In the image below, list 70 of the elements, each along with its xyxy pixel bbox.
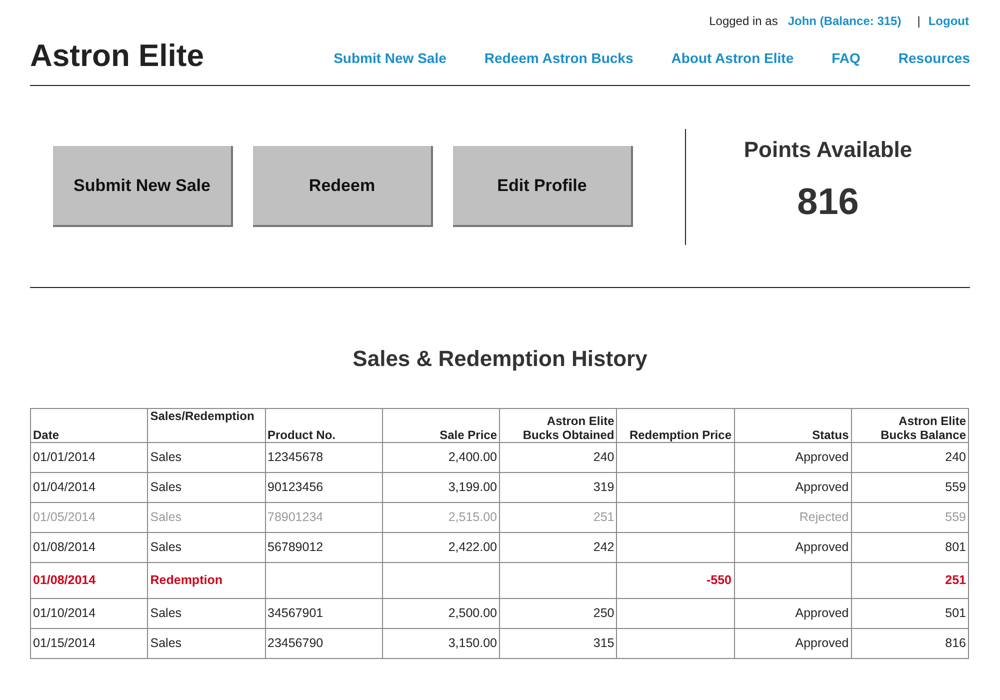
section-title: Sales & Redemption History <box>352 345 648 373</box>
nav-link[interactable]: Submit New Sale <box>334 48 446 69</box>
table-cell: 251 <box>945 573 966 588</box>
table-cell: 34567901 <box>268 606 324 620</box>
nav-link[interactable]: Resources <box>898 48 970 69</box>
table-cell: Sales <box>150 636 182 650</box>
table-cell: Redemption <box>150 573 222 588</box>
column-header: Sales/Redemption <box>148 408 265 442</box>
nav-link[interactable]: Redeem Astron Bucks <box>484 48 634 69</box>
logged-in-label: Logged in as <box>709 13 778 30</box>
action-button[interactable]: Submit New Sale <box>53 146 233 227</box>
table-cell: Approved <box>795 636 849 650</box>
column-header: Redemption Price <box>616 408 734 442</box>
table-cell: 2,515.00 <box>448 510 497 524</box>
table-cell: 240 <box>593 450 614 464</box>
table-cell: Approved <box>795 540 849 554</box>
table-cell: 2,422.00 <box>448 540 497 554</box>
table-cell: 816 <box>945 636 966 650</box>
user-link[interactable]: John (Balance: 315) <box>788 12 902 30</box>
table-cell: 315 <box>593 636 614 650</box>
table-cell: 01/05/2014 <box>33 510 96 524</box>
column-header: Sale Price <box>382 408 500 442</box>
table-cell: 242 <box>593 540 614 554</box>
column-header: Status <box>734 408 852 442</box>
table-cell: 01/01/2014 <box>33 450 96 464</box>
table-cell: -550 <box>706 573 732 588</box>
table-cell: 01/10/2014 <box>33 606 96 620</box>
nav-link[interactable]: FAQ <box>832 48 860 69</box>
table-cell: 319 <box>593 480 614 494</box>
column-header: Astron Elite Bucks Obtained <box>500 408 617 442</box>
table-cell: Rejected <box>799 510 849 524</box>
site-title: Astron Elite <box>30 40 204 71</box>
table-cell: 01/08/2014 <box>33 573 96 588</box>
points-label: Points Available <box>744 136 912 164</box>
table-cell: Sales <box>150 606 182 620</box>
points-value: 816 <box>797 180 859 224</box>
table-cell: Sales <box>150 540 182 554</box>
table-cell: 559 <box>945 510 966 524</box>
column-header: Astron Elite Bucks Balance <box>851 408 968 442</box>
table-cell: 3,199.00 <box>448 480 497 494</box>
table-cell: 3,150.00 <box>448 636 497 650</box>
table-cell: Approved <box>795 480 849 494</box>
table-cell: 251 <box>593 510 614 524</box>
table-cell: 2,500.00 <box>448 606 497 620</box>
table-cell: Sales <box>150 480 182 494</box>
table-cell: Sales <box>150 450 182 464</box>
table-cell: 01/08/2014 <box>33 540 96 554</box>
table-cell: 240 <box>945 450 966 464</box>
table-cell: Sales <box>150 510 182 524</box>
table-cell: 90123456 <box>268 480 324 494</box>
table-cell: 801 <box>945 540 966 554</box>
table-cell: 559 <box>945 480 966 494</box>
table-cell: 12345678 <box>268 450 324 464</box>
logout-link[interactable]: Logout <box>928 12 969 30</box>
table-cell: 501 <box>945 606 966 620</box>
action-button[interactable]: Redeem <box>253 146 433 227</box>
table-cell: 01/15/2014 <box>33 636 96 650</box>
action-button[interactable]: Edit Profile <box>453 146 633 227</box>
table-cell: Approved <box>795 450 849 464</box>
table-cell: Approved <box>795 606 849 620</box>
column-header: Product No. <box>265 408 382 442</box>
column-header: Date <box>30 408 148 442</box>
table-cell: 78901234 <box>268 510 324 524</box>
table-cell: 56789012 <box>268 540 324 554</box>
separator-text: | <box>917 13 920 30</box>
table-cell: 01/04/2014 <box>33 480 96 494</box>
nav-link[interactable]: About Astron Elite <box>671 48 794 69</box>
table-cell: 250 <box>593 606 614 620</box>
table-cell: 23456790 <box>268 636 324 650</box>
table-cell: 2,400.00 <box>448 450 497 464</box>
